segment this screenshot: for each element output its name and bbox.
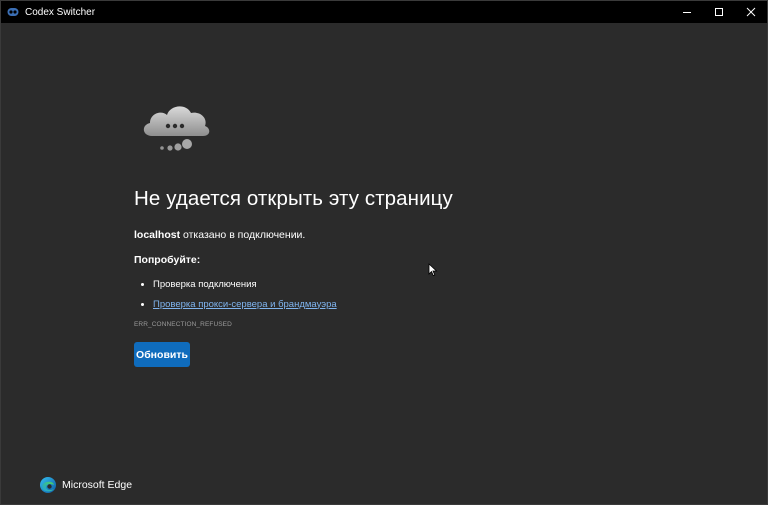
error-message: localhost отказано в подключении. bbox=[134, 229, 305, 241]
error-code: ERR_CONNECTION_REFUSED bbox=[134, 321, 232, 328]
close-icon bbox=[746, 7, 756, 17]
brand-name: Microsoft Edge bbox=[62, 479, 133, 491]
cloud-dots-icon bbox=[143, 106, 210, 151]
mouse-cursor-icon bbox=[428, 263, 438, 277]
try-label: Попробуйте: bbox=[134, 254, 201, 266]
reload-button[interactable]: Обновить bbox=[134, 342, 190, 367]
edge-branding: Microsoft Edge bbox=[39, 476, 132, 494]
maximize-icon bbox=[715, 8, 723, 16]
window-title: Codex Switcher bbox=[25, 6, 96, 18]
browser-window: Codex Switcher Не удается открыть эту ст… bbox=[0, 0, 768, 505]
bullet-icon bbox=[141, 302, 144, 306]
minimize-button[interactable] bbox=[671, 1, 703, 23]
edge-logo-icon bbox=[40, 477, 56, 493]
suggestion-list: Проверка подключения Проверка прокси-сер… bbox=[141, 274, 337, 314]
suggestion-item: Проверка подключения bbox=[141, 274, 337, 294]
close-button[interactable] bbox=[735, 1, 767, 23]
codex-app-icon bbox=[5, 4, 21, 20]
error-message-text: отказано в подключении. bbox=[183, 229, 306, 241]
suggestion-item: Проверка прокси-сервера и брандмауэра bbox=[141, 294, 337, 314]
maximize-button[interactable] bbox=[703, 1, 735, 23]
title-bar[interactable]: Codex Switcher bbox=[1, 1, 767, 23]
bullet-icon bbox=[141, 282, 144, 286]
proxy-firewall-link[interactable]: Проверка прокси-сервера и брандмауэра bbox=[153, 299, 337, 310]
page-title: Не удается открыть эту страницу bbox=[134, 187, 453, 210]
host-name: localhost bbox=[134, 229, 181, 241]
window-controls bbox=[671, 1, 767, 23]
minimize-icon bbox=[683, 12, 691, 13]
suggestion-check-connection: Проверка подключения bbox=[153, 278, 257, 290]
